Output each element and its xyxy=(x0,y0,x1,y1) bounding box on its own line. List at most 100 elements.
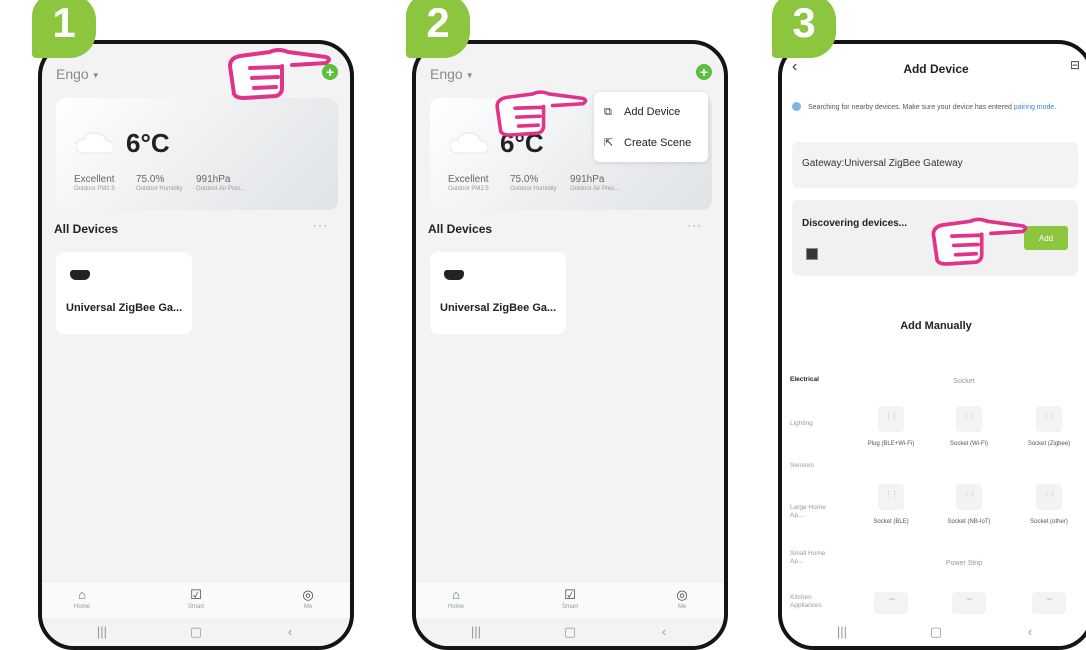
gateway-label: Gateway:Universal ZigBee Gateway xyxy=(802,158,963,169)
nav-smart[interactable]: ☑ Smart xyxy=(166,587,226,611)
power-strip-tile-icon[interactable] xyxy=(952,592,986,614)
caret-down-icon: ▼ xyxy=(465,70,474,80)
back-system-icon[interactable]: ‹ xyxy=(270,624,310,639)
discovered-device-icon xyxy=(806,248,818,260)
tile-label: Socket (other) xyxy=(1030,519,1068,525)
tile-label: Socket (NB-IoT) xyxy=(947,519,991,525)
home-selector[interactable]: Engo ▼ xyxy=(430,66,474,82)
add-menu-popup: ⧉ Add Device ⇱ Create Scene xyxy=(594,92,708,162)
nav-me[interactable]: ◎ Me xyxy=(652,587,712,611)
menu-add-device[interactable]: ⧉ Add Device xyxy=(604,106,680,119)
nav-smart[interactable]: ☑ Smart xyxy=(540,587,600,611)
temperature: 6°C xyxy=(126,128,170,158)
category-sensors[interactable]: Sensors xyxy=(790,462,850,470)
power-strip-tile-icon[interactable] xyxy=(874,592,908,614)
stat-pressure: 991hPa Outdoor Air Pres... xyxy=(196,174,246,192)
system-nav-bar: ||| ▢ ‹ xyxy=(416,618,724,646)
recent-apps-icon[interactable]: ||| xyxy=(456,624,496,639)
discovering-label: Discovering devices... xyxy=(802,218,908,229)
pairing-mode-link[interactable]: pairing mode xyxy=(1014,104,1054,111)
step-badge-1: 1 xyxy=(32,0,96,58)
category-lighting[interactable]: Lighting xyxy=(790,420,850,428)
page-title: Add Device xyxy=(903,62,969,76)
step-badge-3: 3 xyxy=(772,0,836,58)
nav-home[interactable]: ⌂ Home xyxy=(52,587,112,611)
socket-tile-icon[interactable] xyxy=(1036,484,1062,510)
me-icon: ◎ xyxy=(676,587,688,602)
gateway-icon xyxy=(444,270,464,280)
nav-me[interactable]: ◎ Me xyxy=(278,587,338,611)
more-icon[interactable]: ··· xyxy=(313,218,328,232)
bottom-nav: ⌂ Home ☑ Smart ◎ Me xyxy=(416,581,724,618)
pointing-hand-icon xyxy=(228,48,331,100)
device-name: Universal ZigBee Ga... xyxy=(66,302,183,314)
category-small-home[interactable]: Small Home Ap... xyxy=(790,550,830,566)
stat-pressure: 991hPa Outdoor Air Pres... xyxy=(570,174,620,192)
menu-create-scene[interactable]: ⇱ Create Scene xyxy=(604,136,691,149)
socket-tile-icon[interactable] xyxy=(956,406,982,432)
add-device-icon: ⧉ xyxy=(604,106,612,118)
smart-icon: ☑ xyxy=(190,587,202,602)
phone-frame: Engo ▼ + 6°C Excellent Outdoor PM2.5 75.0%… xyxy=(38,40,354,650)
home-system-icon[interactable]: ▢ xyxy=(550,624,590,640)
socket-tile-icon[interactable] xyxy=(878,484,904,510)
add-manually-title: Add Manually xyxy=(900,320,972,332)
step-2-panel: 2 Engo ▼ + 6°C Excellent Outdoor PM2.5 75.… xyxy=(406,0,732,650)
create-scene-icon: ⇱ xyxy=(604,137,614,149)
tile-label: Socket (Zigbee) xyxy=(1027,441,1071,447)
category-kitchen[interactable]: Kitchen Appliances xyxy=(790,594,834,610)
all-devices-title: All Devices xyxy=(54,222,119,236)
pointing-hand-icon xyxy=(495,90,588,137)
group-power-strip: Power Strip xyxy=(945,560,983,567)
home-system-icon[interactable]: ▢ xyxy=(916,624,956,640)
socket-tile-icon[interactable] xyxy=(1036,406,1062,432)
recent-apps-icon[interactable]: ||| xyxy=(822,624,862,639)
socket-tile-icon[interactable] xyxy=(956,484,982,510)
gateway-card[interactable]: Gateway:Universal ZigBee Gateway xyxy=(792,142,1078,188)
scan-icon[interactable]: ⊟ xyxy=(1070,58,1080,72)
nav-home[interactable]: ⌂ Home xyxy=(426,587,486,611)
caret-down-icon: ▼ xyxy=(91,70,100,80)
home-selector[interactable]: Engo ▼ xyxy=(56,66,100,82)
back-system-icon[interactable]: ‹ xyxy=(1010,624,1050,639)
device-card[interactable]: Universal ZigBee Ga... xyxy=(56,252,192,334)
group-socket: Socket xyxy=(953,378,975,385)
smart-icon: ☑ xyxy=(564,587,576,602)
tile-label: Socket (Wi-Fi) xyxy=(950,441,988,447)
all-devices-title: All Devices xyxy=(428,222,493,236)
add-plus-button[interactable]: + xyxy=(696,64,712,80)
more-icon[interactable]: ··· xyxy=(687,218,702,232)
tile-label: Plug (BLE+Wi-Fi) xyxy=(867,441,915,447)
info-icon xyxy=(792,102,801,111)
stat-pm25: Excellent Outdoor PM2.5 xyxy=(74,174,115,192)
step-1-panel: 1 Engo ▼ + 6°C Excellent Outdoor PM2.5 75.… xyxy=(32,0,358,650)
system-nav-bar: ||| ▢ ‹ xyxy=(782,618,1086,646)
category-electrical[interactable]: Electrical xyxy=(790,376,850,384)
stat-pm25: Excellent Outdoor PM2.5 xyxy=(448,174,489,192)
phone-frame: ‹ Add Device ⊟ Searching for nearby devi… xyxy=(778,40,1086,650)
recent-apps-icon[interactable]: ||| xyxy=(82,624,122,639)
category-large-home[interactable]: Large Home Ap... xyxy=(790,504,830,520)
home-system-icon[interactable]: ▢ xyxy=(176,624,216,640)
stat-humidity: 75.0% Outdoor Humidity xyxy=(136,174,183,192)
me-icon: ◎ xyxy=(302,587,314,602)
cloud-icon xyxy=(76,132,114,154)
step-badge-2: 2 xyxy=(406,0,470,58)
power-strip-tile-icon[interactable] xyxy=(1032,592,1066,614)
socket-tile-icon[interactable] xyxy=(878,406,904,432)
tile-label: Socket (BLE) xyxy=(873,519,909,525)
gateway-icon xyxy=(70,270,90,280)
device-name: Universal ZigBee Ga... xyxy=(440,302,557,314)
add-button[interactable]: Add xyxy=(1024,226,1068,250)
stat-humidity: 75.0% Outdoor Humidity xyxy=(510,174,557,192)
pointing-hand-icon xyxy=(931,217,1028,266)
step-3-panel: 3 ‹ Add Device ⊟ Searching for nearby de… xyxy=(772,0,1086,650)
device-card[interactable]: Universal ZigBee Ga... xyxy=(430,252,566,334)
back-system-icon[interactable]: ‹ xyxy=(644,624,684,639)
weather-card: 6°C Excellent Outdoor PM2.5 75.0% Outdoor … xyxy=(56,98,338,210)
system-nav-bar: ||| ▢ ‹ xyxy=(42,618,350,646)
home-icon: ⌂ xyxy=(452,587,460,602)
bottom-nav: ⌂ Home ☑ Smart ◎ Me xyxy=(42,581,350,618)
home-icon: ⌂ xyxy=(78,587,86,602)
cloud-icon xyxy=(450,132,488,154)
